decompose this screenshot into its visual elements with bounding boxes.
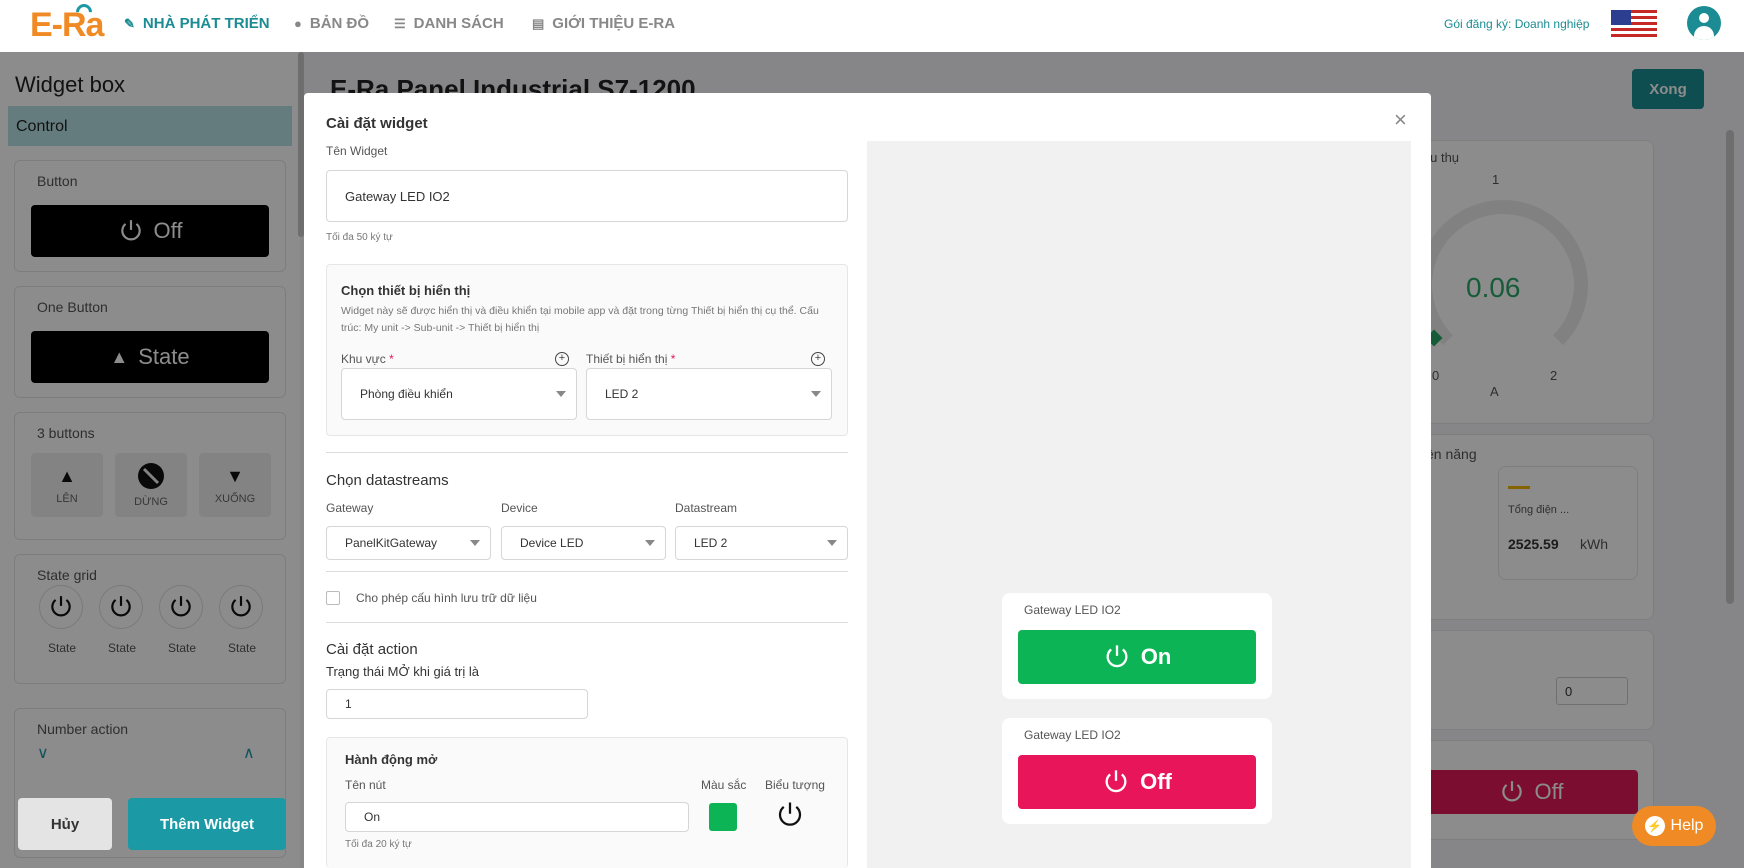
user-avatar-icon[interactable] xyxy=(1687,6,1721,40)
subscription-plan[interactable]: Gói đăng ký: Doanh nghiệp xyxy=(1444,17,1589,31)
open-state-label: Trạng thái MỞ khi giá trị là xyxy=(326,664,479,679)
area-select[interactable]: Phòng điều khiển xyxy=(341,368,577,420)
widget-name-label: Tên Widget xyxy=(326,144,388,158)
device-section-title: Chọn thiết bị hiển thị xyxy=(341,283,471,298)
us-flag-icon[interactable] xyxy=(1611,10,1657,38)
preview-off-button[interactable]: Off xyxy=(1018,755,1256,809)
storage-checkbox[interactable] xyxy=(326,591,340,605)
top-navbar: E-Ra ✎ NHÀ PHÁT TRIỂN ● BẢN ĐỒ ☰ DANH SÁ… xyxy=(0,0,1744,52)
open-action-title: Hành động mở xyxy=(345,752,438,767)
device-select-section: Chọn thiết bị hiển thị Widget này sẽ đượ… xyxy=(326,264,848,436)
widget-name-hint: Tối đa 50 ký tự xyxy=(326,232,393,243)
divider xyxy=(326,571,848,572)
cancel-button[interactable]: Hủy xyxy=(18,798,112,850)
device-section-desc: Widget này sẽ được hiển thị và điều khiể… xyxy=(341,305,819,334)
color-swatch[interactable] xyxy=(709,803,737,831)
divider xyxy=(326,452,848,453)
datastream-label: Datastream xyxy=(675,501,738,515)
gateway-label: Gateway xyxy=(326,501,374,515)
nav-about[interactable]: ▤ GIỚI THIỆU E-RA xyxy=(532,15,675,32)
help-button[interactable]: ⚡ Help xyxy=(1632,806,1716,846)
icon-label: Biểu tượng xyxy=(765,778,825,792)
chevron-down-icon xyxy=(645,540,655,546)
map-pin-icon: ● xyxy=(294,16,302,31)
divider xyxy=(326,622,848,623)
add-area-icon[interactable]: + xyxy=(555,352,569,366)
button-name-label: Tên nút xyxy=(345,778,386,792)
display-device-label: Thiết bị hiển thị * xyxy=(586,352,676,366)
storage-checkbox-label: Cho phép cấu hình lưu trữ dữ liệu xyxy=(356,591,537,605)
add-display-device-icon[interactable]: + xyxy=(811,352,825,366)
preview-on-card: Gateway LED IO2 On xyxy=(1002,593,1272,699)
device-select[interactable]: Device LED xyxy=(501,526,666,560)
area-label: Khu vực * xyxy=(341,352,394,366)
button-name-hint: Tối đa 20 ký tự xyxy=(345,839,412,850)
chevron-down-icon xyxy=(811,391,821,397)
widget-name-input[interactable]: Gateway LED IO2 xyxy=(326,170,848,222)
preview-on-button[interactable]: On xyxy=(1018,630,1256,684)
widget-preview-area: Gateway LED IO2 On Gateway LED IO2 Off xyxy=(867,141,1411,868)
messenger-icon: ⚡ xyxy=(1644,816,1665,836)
close-icon[interactable]: × xyxy=(1394,107,1407,133)
modal-title: Cài đặt widget xyxy=(326,115,428,132)
open-state-input[interactable]: 1 xyxy=(326,689,588,719)
device-label: Device xyxy=(501,501,538,515)
widget-settings-modal: Cài đặt widget × Tên Widget Gateway LED … xyxy=(304,93,1431,868)
power-icon xyxy=(1106,645,1128,668)
datastreams-title: Chọn datastreams xyxy=(326,472,449,489)
nav-map[interactable]: ● BẢN ĐỒ xyxy=(294,15,369,32)
action-settings-title: Cài đặt action xyxy=(326,641,418,658)
nav-list[interactable]: ☰ DANH SÁCH xyxy=(394,15,504,32)
era-logo[interactable]: E-Ra xyxy=(30,0,110,46)
chevron-down-icon xyxy=(827,540,837,546)
chevron-down-icon xyxy=(470,540,480,546)
color-label: Màu sắc xyxy=(701,778,747,792)
display-device-select[interactable]: LED 2 xyxy=(586,368,832,420)
add-widget-button[interactable]: Thêm Widget xyxy=(128,798,286,850)
gateway-select[interactable]: PanelKitGateway xyxy=(326,526,491,560)
preview-off-card: Gateway LED IO2 Off xyxy=(1002,718,1272,824)
datastream-select[interactable]: LED 2 xyxy=(675,526,848,560)
wrench-icon: ✎ xyxy=(124,15,135,31)
list-icon: ☰ xyxy=(394,15,406,31)
document-icon: ▤ xyxy=(532,15,545,31)
open-action-section: Hành động mở Tên nút On Tối đa 20 ký tự … xyxy=(326,737,848,868)
power-icon xyxy=(1105,770,1127,793)
button-name-input[interactable]: On xyxy=(345,802,689,832)
chevron-down-icon xyxy=(556,391,566,397)
power-icon[interactable] xyxy=(775,800,805,830)
nav-developer[interactable]: ✎ NHÀ PHÁT TRIỂN xyxy=(124,15,270,32)
